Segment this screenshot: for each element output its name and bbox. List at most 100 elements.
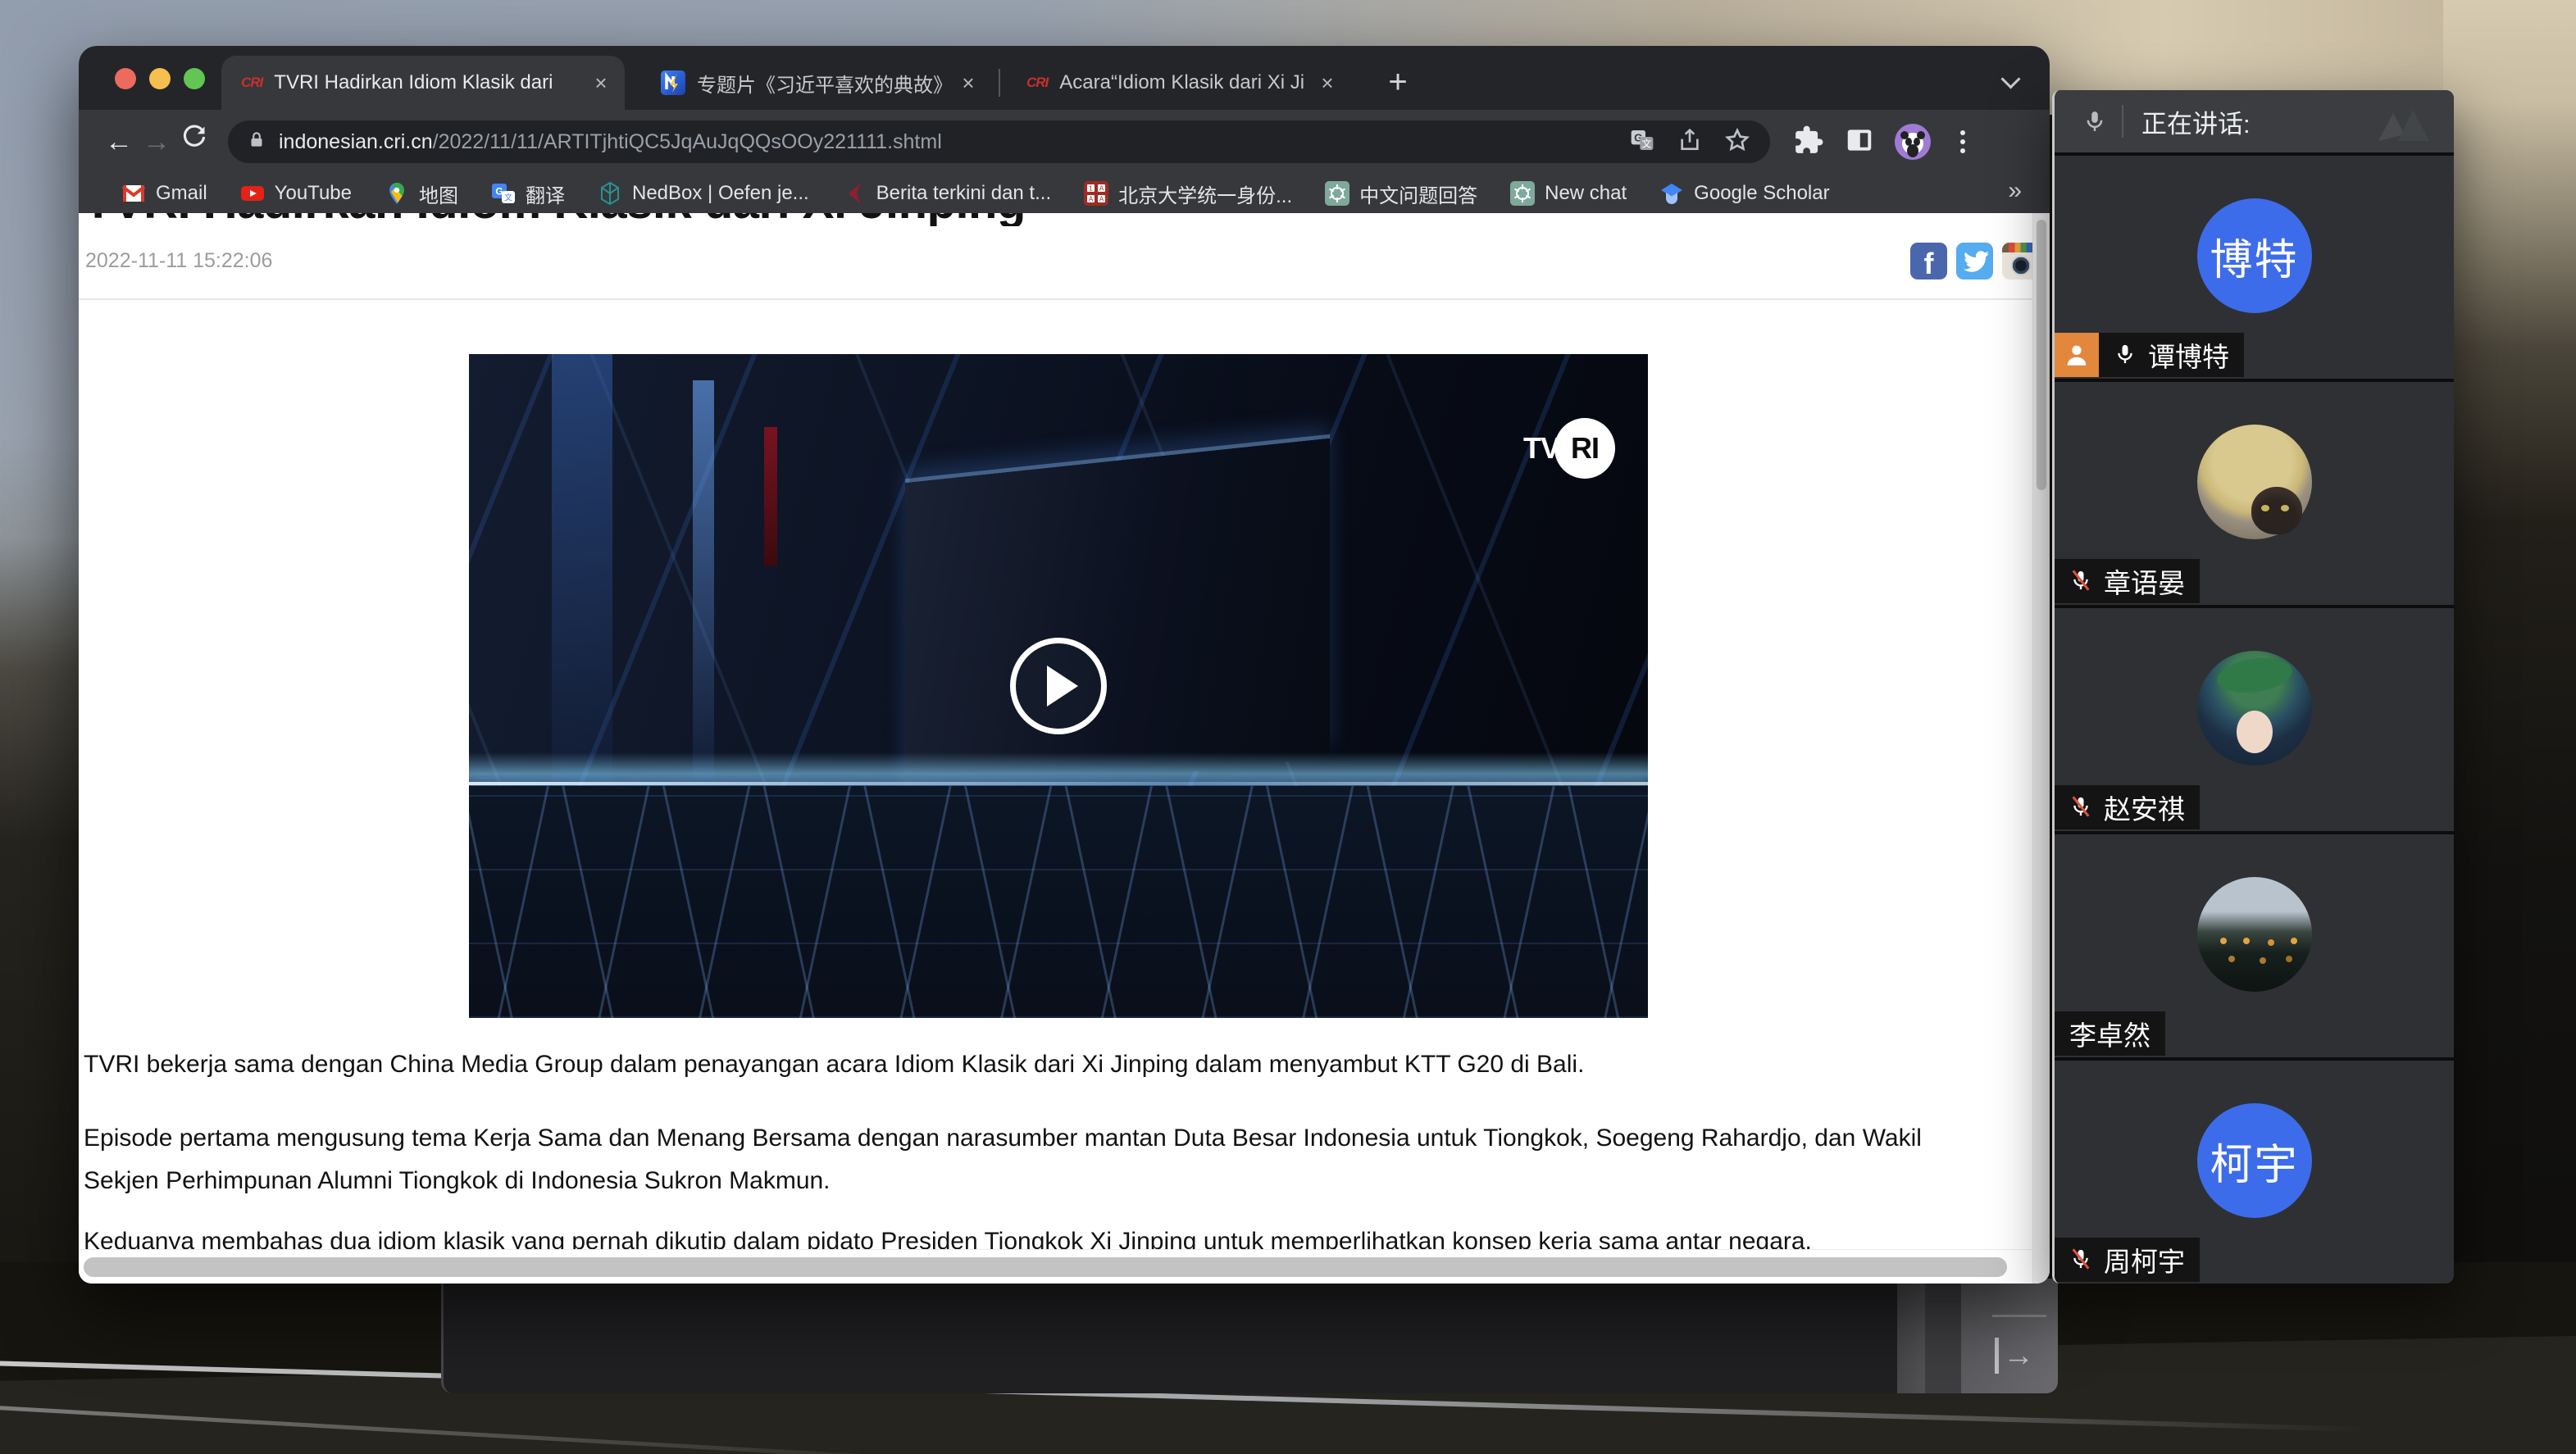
participant-namebar: 赵安祺 <box>2055 785 2200 829</box>
participant-name: 章语晏 <box>2104 561 2185 601</box>
svg-text:A: A <box>1089 196 1094 203</box>
speaker-mic-icon <box>2082 109 2107 134</box>
gmail-icon <box>121 181 146 206</box>
tab-search-chevron-icon[interactable] <box>2004 72 2022 90</box>
participant-name: 赵安祺 <box>2104 788 2185 827</box>
bookmark-new-chat[interactable]: New chat <box>1510 181 1627 206</box>
twitter-share-icon[interactable] <box>1956 243 1993 279</box>
bookmarks-overflow-chevron[interactable]: » <box>2008 177 2022 205</box>
tab-close-icon[interactable]: × <box>587 70 615 96</box>
tab-close-icon[interactable]: × <box>1313 70 1341 96</box>
address-bar[interactable]: indonesian.cri.cn/2022/11/11/ARTITjhtiQC… <box>228 120 1770 163</box>
youtube-icon <box>240 181 265 206</box>
berita-icon <box>842 181 867 206</box>
wallpaper-right-hill <box>2443 0 2576 1454</box>
zoom-window-button[interactable] <box>184 68 205 89</box>
participant-namebar: 周柯宇 <box>2055 1238 2200 1282</box>
studio-red-accent <box>764 427 777 566</box>
participant-tile[interactable]: 李卓然 <box>2055 834 2454 1057</box>
participant-namebar: 章语晏 <box>2055 559 2200 603</box>
meeting-app-logo <box>2373 98 2437 148</box>
article-page: TVRI Hadirkan Idiom Klasik dari Xi Jinpi… <box>79 213 2050 1284</box>
tab-tvri-article[interactable]: CRI TVRI Hadirkan Idiom Klasik dari × <box>221 56 625 110</box>
translate-icon[interactable]: G文 <box>1629 127 1655 157</box>
horizontal-scrollbar[interactable] <box>79 1249 2033 1284</box>
avatar-photo <box>2197 425 2312 539</box>
participant-tile[interactable]: 柯宇 周柯宇 <box>2055 1061 2454 1284</box>
desktop: → CRI TVRI Hadirkan Idiom Klasik dari × … <box>0 0 2576 1454</box>
sidebar-collapse-icon[interactable]: → <box>1995 1338 2037 1374</box>
studio-pillar <box>693 380 714 779</box>
chrome-menu-icon[interactable] <box>1950 126 1975 157</box>
background-window-sidebar: → <box>1897 1279 2058 1393</box>
tab-title: TVRI Hadirkan Idiom Klasik dari <box>274 71 577 94</box>
browser-toolbar: ← → indonesian.cri.cn/2022/11/11/ARTITjh… <box>79 110 2050 174</box>
participant-tile[interactable]: 赵安祺 <box>2055 608 2454 831</box>
header-divider <box>2122 105 2123 138</box>
tab-acara-idiom[interactable]: CRI Acara“Idiom Klasik dari Xi Jinpi × <box>1007 56 1351 110</box>
tab-strip: CRI TVRI Hadirkan Idiom Klasik dari × 专题… <box>79 46 2050 110</box>
bookmark-translate[interactable]: G文 翻译 <box>491 179 565 208</box>
bookmark-nedbox[interactable]: NedBox | Oefen je... <box>598 181 809 206</box>
url-text: indonesian.cri.cn/2022/11/11/ARTITjhtiQC… <box>279 130 1619 154</box>
facebook-share-icon[interactable]: f <box>1910 243 1947 279</box>
play-icon <box>1047 666 1078 707</box>
play-button[interactable] <box>1010 638 1107 734</box>
article-date: 2022-11-11 15:22:06 <box>85 249 272 273</box>
participant-tile[interactable]: 博特 谭博特 <box>2055 156 2454 379</box>
bookmark-chatgpt-cn[interactable]: 中文问题回答 <box>1325 179 1477 208</box>
bookmark-youtube[interactable]: YouTube <box>240 181 352 206</box>
bookmark-gmail[interactable]: Gmail <box>121 181 207 206</box>
translate-icon: G文 <box>491 181 516 206</box>
studio-desk <box>905 438 1330 801</box>
url-host: indonesian.cri.cn <box>279 130 433 153</box>
paragraph-1: TVRI bekerja sama dengan China Media Gro… <box>84 1051 2035 1079</box>
side-panel-icon[interactable] <box>1844 125 1875 160</box>
vertical-scrollbar[interactable] <box>2032 213 2050 1284</box>
svg-text:A: A <box>1099 185 1104 193</box>
forward-button[interactable]: → <box>138 123 175 161</box>
bookmark-scholar[interactable]: Google Scholar <box>1659 181 1829 206</box>
lock-icon[interactable] <box>246 129 267 155</box>
avatar-initials: 博特 <box>2197 198 2312 313</box>
share-buttons: f <box>1910 243 2039 279</box>
extensions-puzzle-icon[interactable] <box>1793 125 1824 160</box>
paragraph-2-line-2: Sekjen Perhimpunan Alumni Tiongkok di In… <box>84 1167 2035 1195</box>
bookmark-berita[interactable]: Berita terkini dan t... <box>842 181 1051 206</box>
host-badge-icon <box>2055 333 2099 377</box>
minimize-window-button[interactable] <box>149 68 171 89</box>
video-player[interactable]: TV RI <box>469 354 1648 1018</box>
tab-title: Acara“Idiom Klasik dari Xi Jinpi <box>1059 71 1304 94</box>
sidebar-divider <box>1992 1315 2046 1317</box>
participant-tile[interactable]: 章语晏 <box>2055 382 2454 605</box>
svg-text:1: 1 <box>1089 185 1093 193</box>
mic-muted-icon <box>2069 795 2094 820</box>
participant-namebar: 谭博特 <box>2055 333 2244 377</box>
pku-seal-icon: 1AAA <box>1084 181 1108 206</box>
bookmark-pku[interactable]: 1AAA 北京大学统一身份... <box>1084 179 1292 208</box>
svg-text:文: 文 <box>1641 137 1651 149</box>
background-window[interactable]: → <box>441 1279 2058 1393</box>
tab-close-icon[interactable]: × <box>954 70 982 96</box>
cri-favicon: CRI <box>241 75 262 91</box>
bookmark-maps[interactable]: 地图 <box>385 179 458 208</box>
share-icon[interactable] <box>1677 127 1703 157</box>
reload-button[interactable] <box>175 123 213 161</box>
back-button[interactable]: ← <box>100 123 138 161</box>
new-tab-button[interactable]: + <box>1377 62 1418 103</box>
participant-name: 周柯宇 <box>2104 1240 2185 1279</box>
bookmark-star-icon[interactable] <box>1724 127 1750 157</box>
tvri-logo: TV RI <box>1523 418 1615 479</box>
profile-avatar[interactable] <box>1895 124 1931 160</box>
browser-window: CRI TVRI Hadirkan Idiom Klasik dari × 专题… <box>79 46 2050 1284</box>
sidebar-stripe <box>1925 1279 1961 1393</box>
svg-text:文: 文 <box>504 193 512 203</box>
mic-muted-icon <box>2069 569 2094 593</box>
close-window-button[interactable] <box>115 68 136 89</box>
tab-documentary[interactable]: 专题片《习近平喜欢的典故》（E × <box>641 56 992 110</box>
horizontal-scrollbar-thumb[interactable] <box>84 1257 2007 1277</box>
participant-name: 谭博特 <box>2148 335 2229 375</box>
chatgpt-icon <box>1510 181 1535 206</box>
vertical-scrollbar-thumb[interactable] <box>2037 220 2046 490</box>
studio-pillar <box>552 354 612 793</box>
